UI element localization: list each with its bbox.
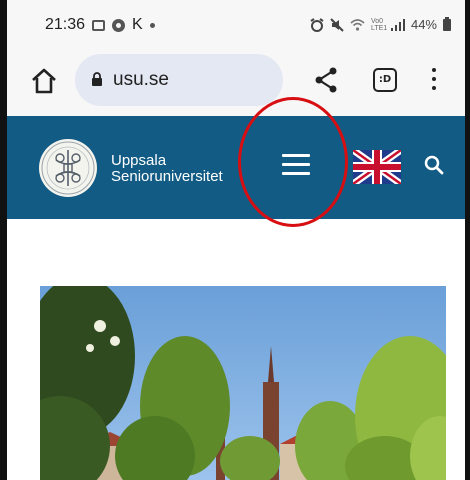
search-icon[interactable] xyxy=(423,154,445,176)
brand-line-2: Senioruniversitet xyxy=(111,168,223,185)
overflow-menu-icon[interactable] xyxy=(431,68,437,94)
lock-icon xyxy=(92,72,102,86)
share-icon[interactable] xyxy=(313,66,339,94)
signal-icon xyxy=(390,18,405,31)
status-right: Vo0 LTE1 44% xyxy=(310,16,451,32)
status-left: 21:36 K xyxy=(45,16,155,34)
wifi-icon xyxy=(350,18,365,31)
address-bar[interactable]: usu.se xyxy=(75,54,283,106)
brand-name[interactable]: Uppsala Senioruniversitet xyxy=(111,153,223,185)
settings-icon xyxy=(112,18,126,32)
university-seal-logo[interactable] xyxy=(38,138,98,198)
gallery-icon xyxy=(92,19,106,31)
brand-line-1: Uppsala xyxy=(111,152,167,169)
left-bezel xyxy=(0,0,7,480)
hamburger-menu-icon[interactable] xyxy=(282,154,310,178)
alarm-icon xyxy=(310,17,324,32)
home-icon[interactable] xyxy=(29,66,59,96)
browser-toolbar: usu.se :D xyxy=(7,46,465,116)
battery-icon xyxy=(443,16,451,31)
status-letter: K xyxy=(132,16,143,33)
battery-percent: 44% xyxy=(410,17,437,32)
tab-switcher-button[interactable]: :D xyxy=(373,68,397,92)
mute-icon xyxy=(330,17,344,32)
notification-dot-icon xyxy=(149,22,155,28)
right-bezel xyxy=(465,0,470,480)
status-bar: 21:36 K Vo0 LTE1 44% xyxy=(7,0,465,46)
status-time: 21:36 xyxy=(45,16,86,33)
hero-image xyxy=(40,286,446,480)
english-flag-icon[interactable] xyxy=(353,150,401,184)
site-header: Uppsala Senioruniversitet xyxy=(7,116,465,219)
network-label: Vo0 LTE1 xyxy=(370,17,388,32)
url-text: usu.se xyxy=(113,69,169,90)
